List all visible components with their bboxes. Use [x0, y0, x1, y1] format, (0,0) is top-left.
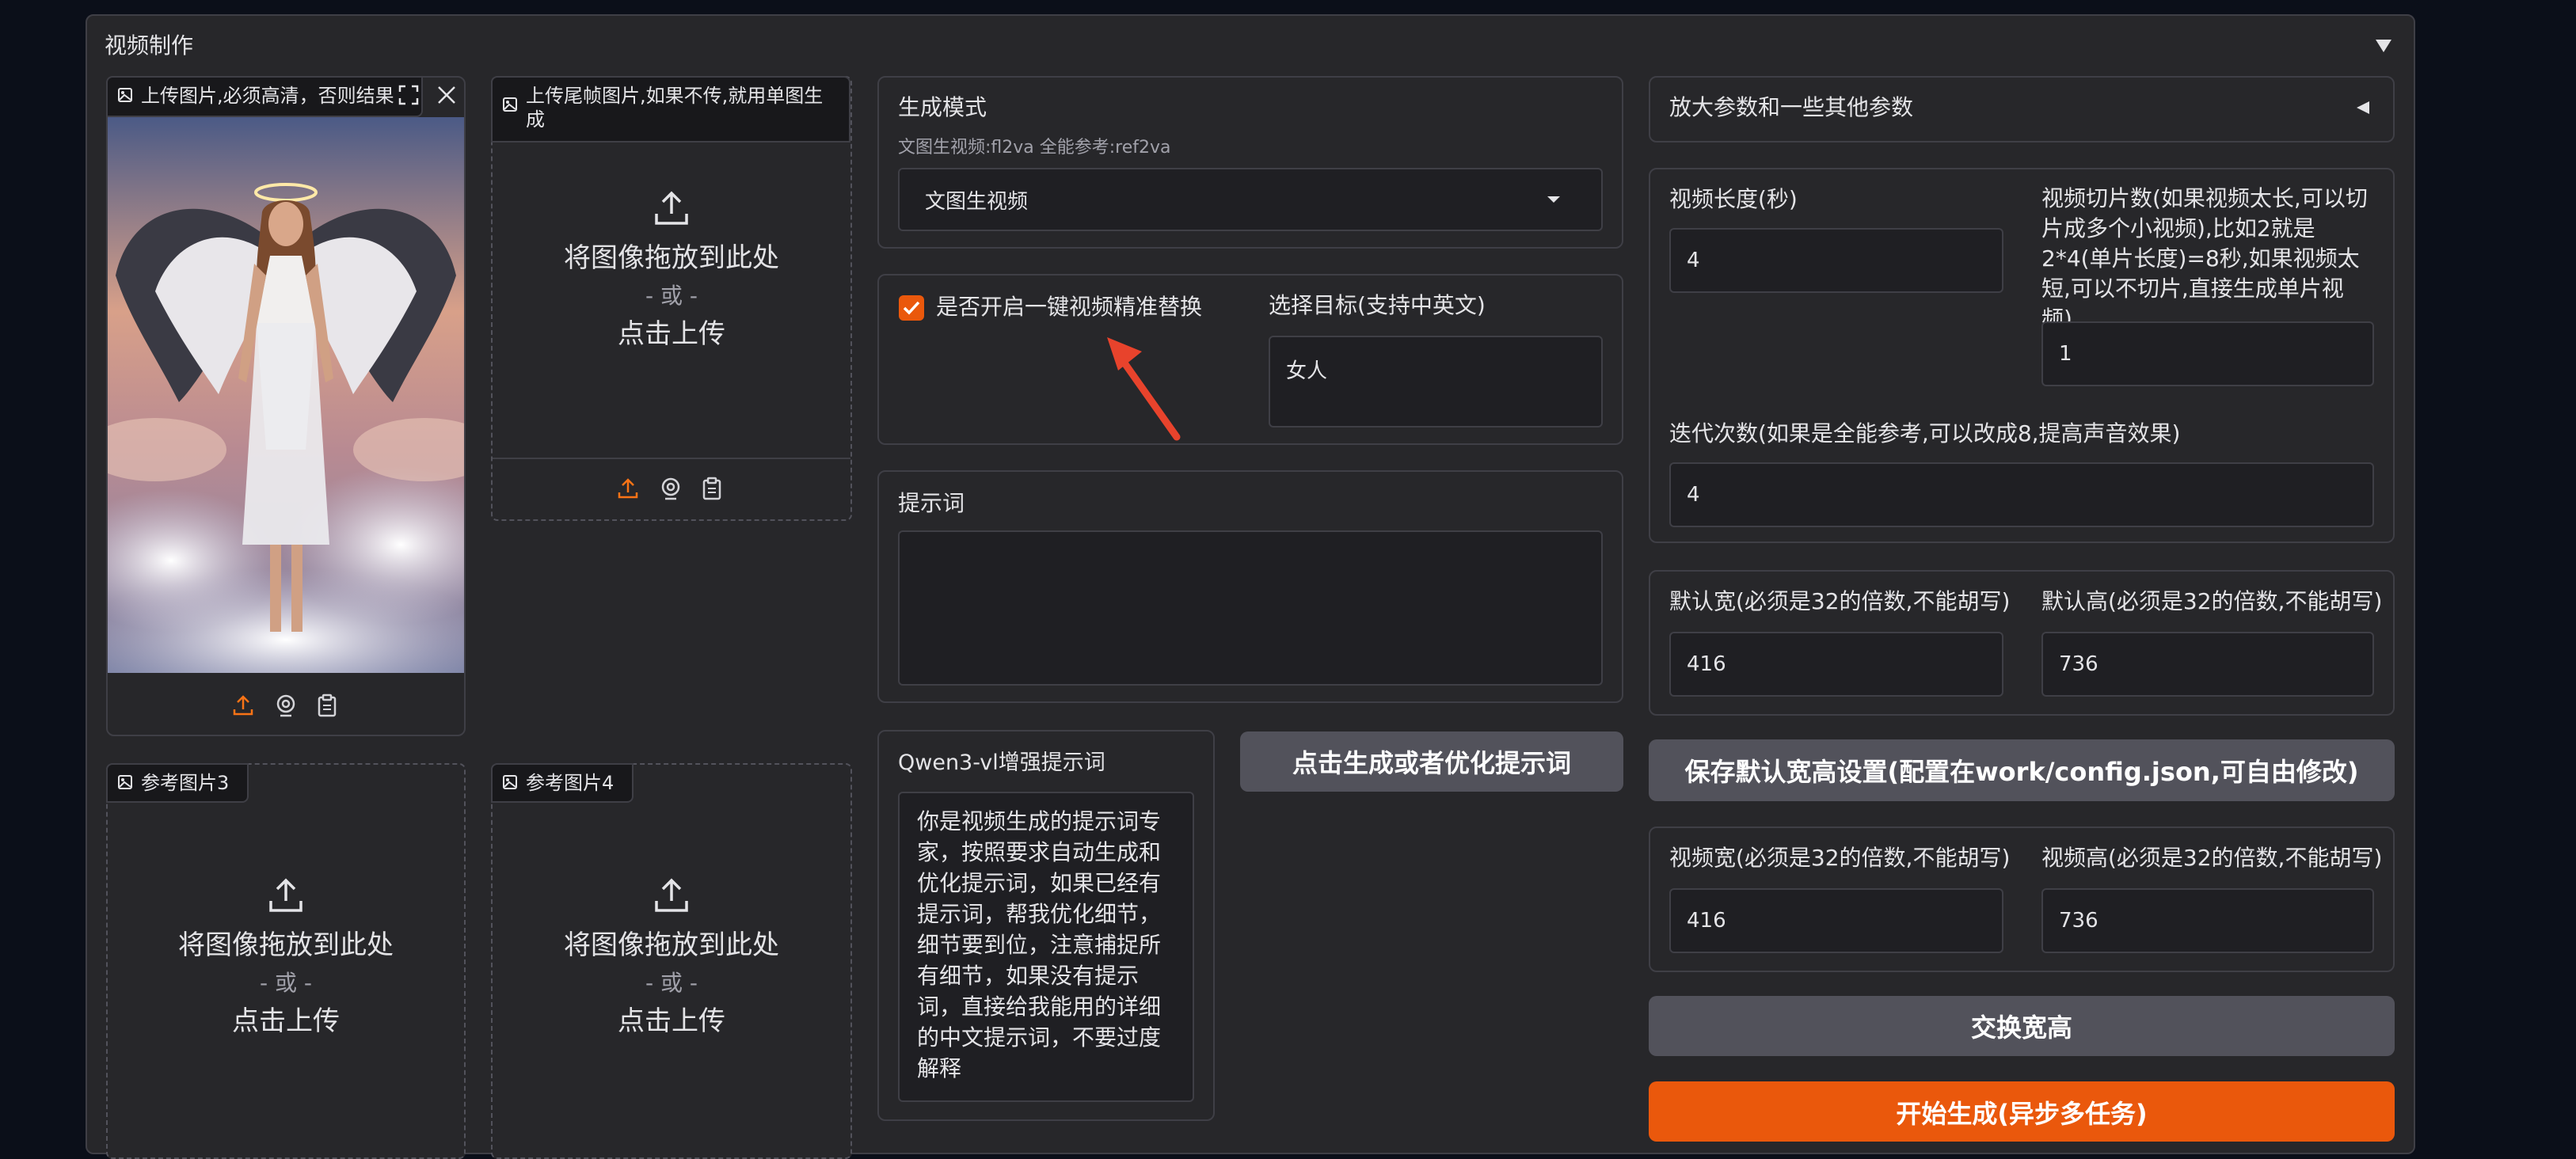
video-length-input[interactable]: 4: [1669, 228, 2003, 293]
dropzone-2-divider: [493, 458, 850, 459]
dropzone-4-content[interactable]: 将图像拖放到此处 - 或 - 点击上传: [491, 876, 852, 1040]
video-width-label: 视频宽(必须是32的倍数,不能胡写): [1669, 845, 2011, 871]
slices-label: 视频切片数(如果视频太长,可以切片成多个小视频),比如2就是2*4(单片长度)=…: [2041, 185, 2368, 332]
slices-input[interactable]: 1: [2041, 321, 2374, 386]
click-upload-text: 点击上传: [618, 318, 725, 350]
video-height-label: 视频高(必须是32的倍数,不能胡写): [2041, 845, 2383, 871]
drop-text: 将图像拖放到此处: [564, 242, 779, 274]
image-icon: [502, 97, 518, 112]
triangle-left-icon[interactable]: [2355, 100, 2371, 116]
click-upload-text: 点击上传: [232, 1005, 340, 1037]
section-title: 视频制作: [105, 32, 194, 59]
qwen-label: Qwen3-vl增强提示词: [898, 750, 1105, 775]
replace-checkbox-label[interactable]: 是否开启一键视频精准替换: [936, 291, 1202, 323]
dropzone-2-content[interactable]: 将图像拖放到此处 - 或 - 点击上传: [491, 188, 852, 353]
video-height-input[interactable]: 736: [2041, 888, 2374, 953]
or-text: - 或 -: [645, 283, 698, 309]
chevron-down-icon: [1546, 195, 1562, 204]
uploaded-angel-image: [108, 117, 464, 673]
drop-text: 将图像拖放到此处: [178, 929, 394, 961]
save-default-size-button[interactable]: 保存默认宽高设置(配置在work/config.json,可自由修改): [1649, 739, 2395, 801]
or-text: - 或 -: [259, 970, 312, 996]
iterations-label: 迭代次数(如果是全能参考,可以改成8,提高声音效果): [1669, 420, 2181, 446]
prompt-label: 提示词: [898, 490, 965, 516]
params-accordion-title[interactable]: 放大参数和一些其他参数: [1669, 92, 1913, 124]
replace-checkbox[interactable]: [898, 294, 925, 321]
default-width-label: 默认宽(必须是32的倍数,不能胡写): [1669, 588, 2011, 614]
clipboard-icon[interactable]: [315, 694, 339, 717]
mode-label: 生成模式: [898, 94, 987, 120]
qwen-textarea[interactable]: 你是视频生成的提示词专家，按照要求自动生成和优化提示词，如果已经有提示词，帮我优…: [898, 792, 1194, 1102]
image-icon: [117, 87, 133, 103]
iterations-input[interactable]: 4: [1669, 462, 2374, 527]
video-length-label: 视频长度(秒): [1669, 186, 1798, 212]
dropzone-3-content[interactable]: 将图像拖放到此处 - 或 - 点击上传: [106, 876, 466, 1040]
webcam-icon[interactable]: [659, 477, 683, 500]
or-text: - 或 -: [645, 970, 698, 996]
drop-text: 将图像拖放到此处: [564, 929, 779, 961]
target-label: 选择目标(支持中英文): [1269, 292, 1486, 318]
webcam-icon[interactable]: [274, 694, 298, 717]
click-upload-text: 点击上传: [618, 1005, 725, 1037]
upload-arrow-icon: [491, 188, 852, 228]
target-input[interactable]: 女人: [1269, 336, 1603, 428]
swap-size-button[interactable]: 交换宽高: [1649, 996, 2395, 1056]
default-height-label: 默认高(必须是32的倍数,不能胡写): [2041, 588, 2383, 614]
mode-select[interactable]: 文图生视频: [898, 168, 1603, 231]
default-width-input[interactable]: 416: [1669, 632, 2003, 697]
collapse-toggle-icon[interactable]: [2374, 38, 2393, 54]
video-width-input[interactable]: 416: [1669, 888, 2003, 953]
generate-prompt-button[interactable]: 点击生成或者优化提示词: [1240, 732, 1623, 792]
upload-image-4-label: 参考图片4: [491, 763, 634, 803]
upload-icon[interactable]: [616, 477, 640, 500]
upload-arrow-icon: [106, 876, 466, 915]
upload-image-2-label: 上传尾帧图片,如果不传,就用单图生成: [491, 76, 850, 142]
start-generate-button[interactable]: 开始生成(异步多任务): [1649, 1081, 2395, 1142]
image-icon: [502, 774, 518, 790]
annotation-arrow-icon: [1098, 328, 1193, 446]
mode-hint: 文图生视频:fl2va 全能参考:ref2va: [898, 138, 1171, 158]
default-height-input[interactable]: 736: [2041, 632, 2374, 697]
upload-icon[interactable]: [231, 694, 255, 717]
upload-image-1-label: 上传图片,必须高清，否则结果: [106, 76, 423, 117]
image-icon: [117, 774, 133, 790]
prompt-textarea[interactable]: [898, 530, 1603, 686]
upload-arrow-icon: [491, 876, 852, 915]
close-icon[interactable]: [436, 84, 458, 106]
upload-image-3-label: 参考图片3: [106, 763, 249, 803]
fullscreen-icon[interactable]: [398, 84, 420, 106]
clipboard-icon[interactable]: [700, 477, 724, 500]
